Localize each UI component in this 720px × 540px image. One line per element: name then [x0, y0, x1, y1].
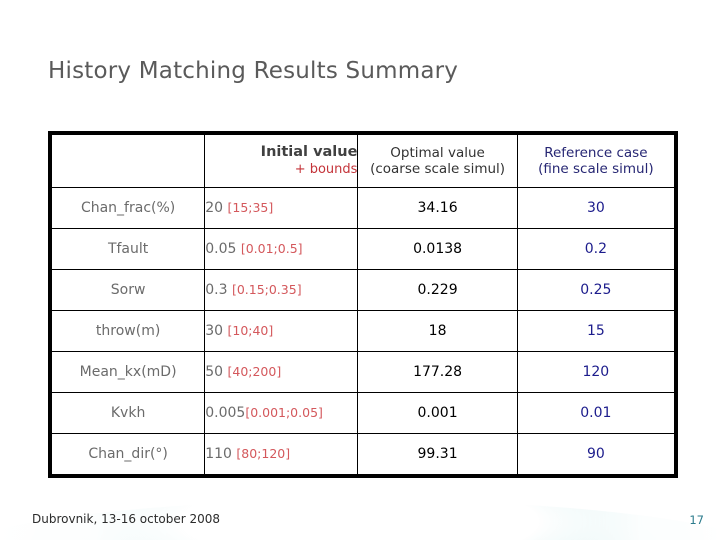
- column-header-reference-line2: (fine scale simul): [538, 161, 654, 177]
- cell-optimal-value: 0.0138: [357, 228, 518, 270]
- table-row: Kvkh 0.005[0.001;0.05] 0.001 0.01: [50, 392, 676, 434]
- cell-optimal-value: 0.001: [357, 392, 518, 434]
- cell-optimal-value: 0.229: [357, 269, 518, 311]
- table-row: Tfault 0.05 [0.01;0.5] 0.0138 0.2: [50, 228, 676, 270]
- table-row: Chan_frac(%) 20 [15;35] 34.16 30: [50, 187, 676, 229]
- column-header-reference-line1: Reference case: [544, 145, 648, 161]
- column-header-parameter: [50, 134, 206, 188]
- initial-value-number: 0.05: [205, 241, 241, 257]
- cell-parameter-name: Chan_frac(%): [50, 187, 206, 229]
- cell-initial-value: 0.005[0.001;0.05]: [204, 392, 359, 434]
- cell-parameter-name: Mean_kx(mD): [50, 351, 206, 393]
- initial-value-bounds: [0.15;0.35]: [231, 282, 302, 297]
- cell-initial-value: 0.3 [0.15;0.35]: [204, 269, 359, 311]
- cell-reference-value: 120: [516, 351, 676, 393]
- cell-initial-value: 0.05 [0.01;0.5]: [204, 228, 359, 270]
- column-header-initial-value-label: Initial value: [260, 144, 358, 160]
- table-row: Chan_dir(°) 110 [80;120] 99.31 90: [50, 433, 676, 475]
- footer-fade-right: [490, 486, 720, 540]
- initial-value-bounds: [80;120]: [236, 446, 291, 461]
- cell-initial-value: 110 [80;120]: [204, 433, 359, 475]
- initial-value-bounds: [0.01;0.5]: [240, 241, 303, 256]
- cell-reference-value: 15: [516, 310, 676, 352]
- column-header-reference-case: Reference case (fine scale simul): [516, 134, 676, 188]
- cell-parameter-name: Chan_dir(°): [50, 433, 206, 475]
- cell-reference-value: 0.25: [516, 269, 676, 311]
- initial-value-number: 0.005: [205, 405, 246, 421]
- initial-value-number: 30: [205, 323, 228, 339]
- initial-value-number: 50: [205, 364, 228, 380]
- column-header-initial-value: Initial value + bounds: [204, 134, 359, 188]
- cell-initial-value: 30 [10;40]: [204, 310, 359, 352]
- cell-initial-value: 50 [40;200]: [204, 351, 359, 393]
- table-row: Sorw 0.3 [0.15;0.35] 0.229 0.25: [50, 269, 676, 311]
- slide-canvas: History Matching Results Summary Initial…: [0, 0, 720, 540]
- initial-value-bounds: [15;35]: [227, 200, 274, 215]
- column-header-initial-bounds-label: + bounds: [294, 162, 358, 177]
- cell-reference-value: 90: [516, 433, 676, 475]
- page-number: 17: [689, 513, 704, 527]
- initial-value-number: 20: [205, 200, 228, 216]
- cell-optimal-value: 99.31: [357, 433, 518, 475]
- cell-optimal-value: 18: [357, 310, 518, 352]
- initial-value-number: 110: [205, 446, 237, 462]
- cell-optimal-value: 177.28: [357, 351, 518, 393]
- cell-initial-value: 20 [15;35]: [204, 187, 359, 229]
- cell-parameter-name: Kvkh: [50, 392, 206, 434]
- cell-reference-value: 0.01: [516, 392, 676, 434]
- column-header-optimal-value: Optimal value (coarse scale simul): [357, 134, 518, 188]
- column-header-optimal-line2: (coarse scale simul): [370, 161, 506, 177]
- initial-value-number: 0.3: [205, 282, 232, 298]
- footer-conference-text: Dubrovnik, 13-16 october 2008: [32, 512, 221, 526]
- cell-reference-value: 30: [516, 187, 676, 229]
- initial-value-bounds: [10;40]: [227, 323, 274, 338]
- cell-parameter-name: throw(m): [50, 310, 206, 352]
- table-header-row: Initial value + bounds Optimal value (co…: [50, 134, 676, 188]
- cell-optimal-value: 34.16: [357, 187, 518, 229]
- table-body: Chan_frac(%) 20 [15;35] 34.16 30 Tfault 0.05 …: [50, 187, 676, 475]
- cell-parameter-name: Tfault: [50, 228, 206, 270]
- page-title: History Matching Results Summary: [48, 58, 459, 84]
- table-row: Mean_kx(mD) 50 [40;200] 177.28 120: [50, 351, 676, 393]
- cell-reference-value: 0.2: [516, 228, 676, 270]
- initial-value-bounds: [0.001;0.05]: [245, 405, 323, 420]
- results-table-container: Initial value + bounds Optimal value (co…: [48, 131, 678, 478]
- table-row: throw(m) 30 [10;40] 18 15: [50, 310, 676, 352]
- initial-value-bounds: [40;200]: [227, 364, 282, 379]
- column-header-optimal-line1: Optimal value: [390, 145, 485, 161]
- cell-parameter-name: Sorw: [50, 269, 206, 311]
- history-matching-results-table: Initial value + bounds Optimal value (co…: [50, 134, 676, 475]
